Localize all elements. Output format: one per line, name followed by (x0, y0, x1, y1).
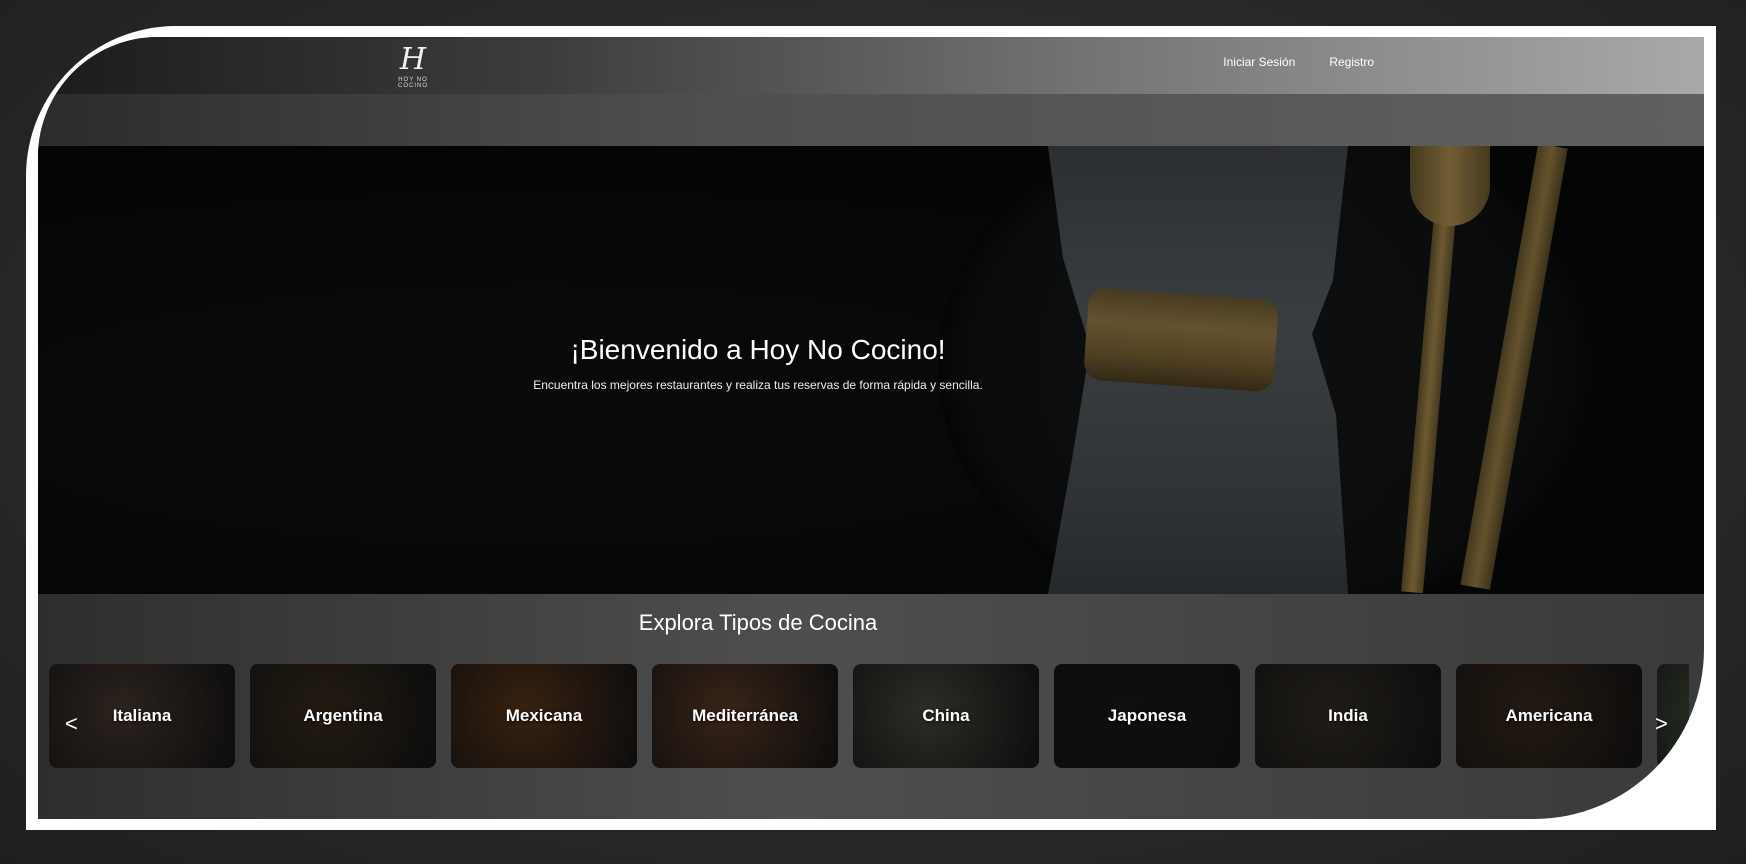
cuisine-card-label: Mediterránea (652, 664, 838, 768)
carousel-next-button[interactable]: > (1655, 711, 1668, 737)
cuisine-card[interactable]: India (1255, 664, 1441, 768)
website-screen: H HOY NO COCINO Iniciar Sesión Registro … (38, 37, 1704, 819)
cuisine-card[interactable]: China (853, 664, 1039, 768)
hero-banner: ¡Bienvenido a Hoy No Cocino! Encuentra l… (38, 146, 1704, 594)
login-link[interactable]: Iniciar Sesión (1223, 55, 1295, 69)
register-link[interactable]: Registro (1329, 55, 1374, 69)
page-background: H HOY NO COCINO Iniciar Sesión Registro … (0, 0, 1746, 864)
cuisine-card-label: Americana (1456, 664, 1642, 768)
cuisine-card-label: India (1255, 664, 1441, 768)
hero-subtitle: Encuentra los mejores restaurantes y rea… (533, 378, 983, 392)
hero-title: ¡Bienvenido a Hoy No Cocino! (570, 334, 946, 365)
top-navigation-bar: H HOY NO COCINO Iniciar Sesión Registro (38, 37, 1704, 94)
cuisine-card[interactable]: Mexicana (451, 664, 637, 768)
logo-text: HOY NO COCINO (398, 77, 428, 89)
cuisine-card[interactable]: Americana (1456, 664, 1642, 768)
cuisine-card-label: Japonesa (1054, 664, 1240, 768)
cuisine-carousel: Italiana Argentina Mexicana Mediterránea Chi… (49, 664, 1689, 768)
secondary-bar (38, 94, 1704, 146)
cuisine-card[interactable]: Argentina (250, 664, 436, 768)
site-logo[interactable]: H HOY NO COCINO (383, 42, 443, 90)
cuisine-card-label: China (853, 664, 1039, 768)
logo-monogram: H (399, 42, 427, 77)
cuisine-card-label: Argentina (250, 664, 436, 768)
cuisine-card[interactable]: Mediterránea (652, 664, 838, 768)
cuisine-section: Explora Tipos de Cocina Italiana Argentin… (38, 594, 1704, 819)
cuisine-card-label: Mexicana (451, 664, 637, 768)
carousel-prev-button[interactable]: < (65, 711, 78, 737)
cuisine-section-title: Explora Tipos de Cocina (638, 610, 878, 635)
nav-links: Iniciar Sesión Registro (1223, 55, 1374, 69)
cuisine-card[interactable]: Japonesa (1054, 664, 1240, 768)
hero-overlay (38, 146, 1704, 594)
